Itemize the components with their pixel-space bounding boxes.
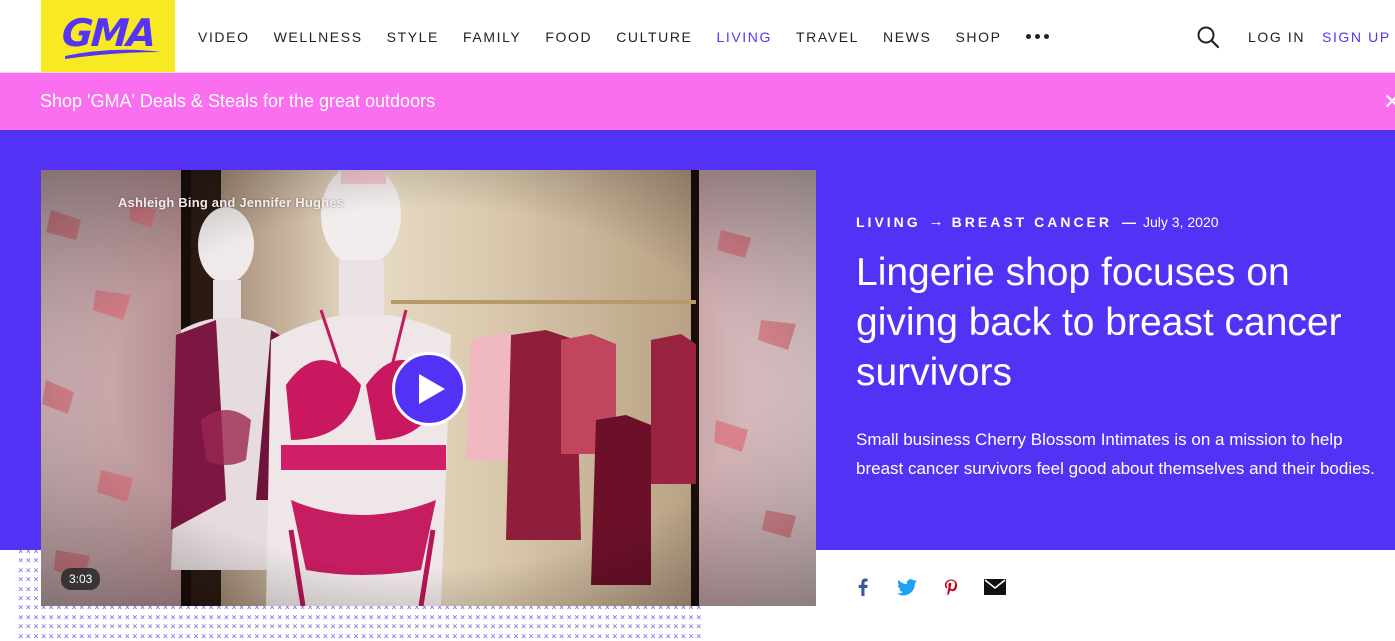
nav-item-food[interactable]: FOOD <box>545 29 592 45</box>
article-dek: Small business Cherry Blossom Intimates … <box>856 430 1375 478</box>
nav-item-living[interactable]: LIVING <box>716 29 772 45</box>
nav-item-style[interactable]: STYLE <box>387 29 439 45</box>
close-icon[interactable]: ✕ <box>1383 91 1395 113</box>
nav-item-travel[interactable]: TRAVEL <box>796 29 859 45</box>
nav-item-shop[interactable]: SHOP <box>955 29 1001 45</box>
article-kicker: LIVING → BREAST CANCER — July 3, 2020 <box>856 213 1219 230</box>
article-date: July 3, 2020 <box>1143 213 1219 230</box>
twitter-icon[interactable] <box>896 574 918 600</box>
video-player[interactable]: Ashleigh Bing and Jennifer Hughes 3:03 <box>41 170 816 606</box>
arrow-right-icon: → <box>928 213 944 230</box>
nav-item-wellness[interactable]: WELLNESS <box>274 29 363 45</box>
nav-item-culture[interactable]: CULTURE <box>616 29 692 45</box>
video-caption: Ashleigh Bing and Jennifer Hughes <box>118 195 345 210</box>
site-header: GMA VIDEO WELLNESS STYLE FAMILY FOOD CUL… <box>0 0 1395 73</box>
email-icon[interactable] <box>984 574 1006 600</box>
category-link-breast-cancer[interactable]: BREAST CANCER <box>952 214 1112 230</box>
category-link-living[interactable]: LIVING <box>856 214 921 230</box>
promo-banner: Shop 'GMA' Deals & Steals for the great … <box>0 73 1395 130</box>
search-icon[interactable] <box>1196 25 1220 49</box>
nav-item-family[interactable]: FAMILY <box>463 29 521 45</box>
pinterest-icon[interactable] <box>940 574 962 600</box>
logo-swoosh-icon <box>65 49 161 59</box>
nav-item-video[interactable]: VIDEO <box>198 29 250 45</box>
main-nav: VIDEO WELLNESS STYLE FAMILY FOOD CULTURE… <box>198 0 1049 73</box>
login-link[interactable]: LOG IN <box>1248 29 1305 45</box>
nav-item-news[interactable]: NEWS <box>883 29 931 45</box>
facebook-icon[interactable] <box>852 574 874 600</box>
more-dots-icon[interactable] <box>1025 34 1049 39</box>
share-bar <box>852 574 1028 600</box>
promo-link[interactable]: Shop 'GMA' Deals & Steals for the great … <box>40 91 435 112</box>
kicker-separator: — <box>1122 213 1137 230</box>
article-headline: Lingerie shop focuses on giving back to … <box>856 251 1342 394</box>
signup-link[interactable]: SIGN UP <box>1322 29 1391 45</box>
gma-logo[interactable]: GMA <box>41 0 175 72</box>
play-icon[interactable] <box>392 352 466 426</box>
video-duration: 3:03 <box>61 568 101 590</box>
